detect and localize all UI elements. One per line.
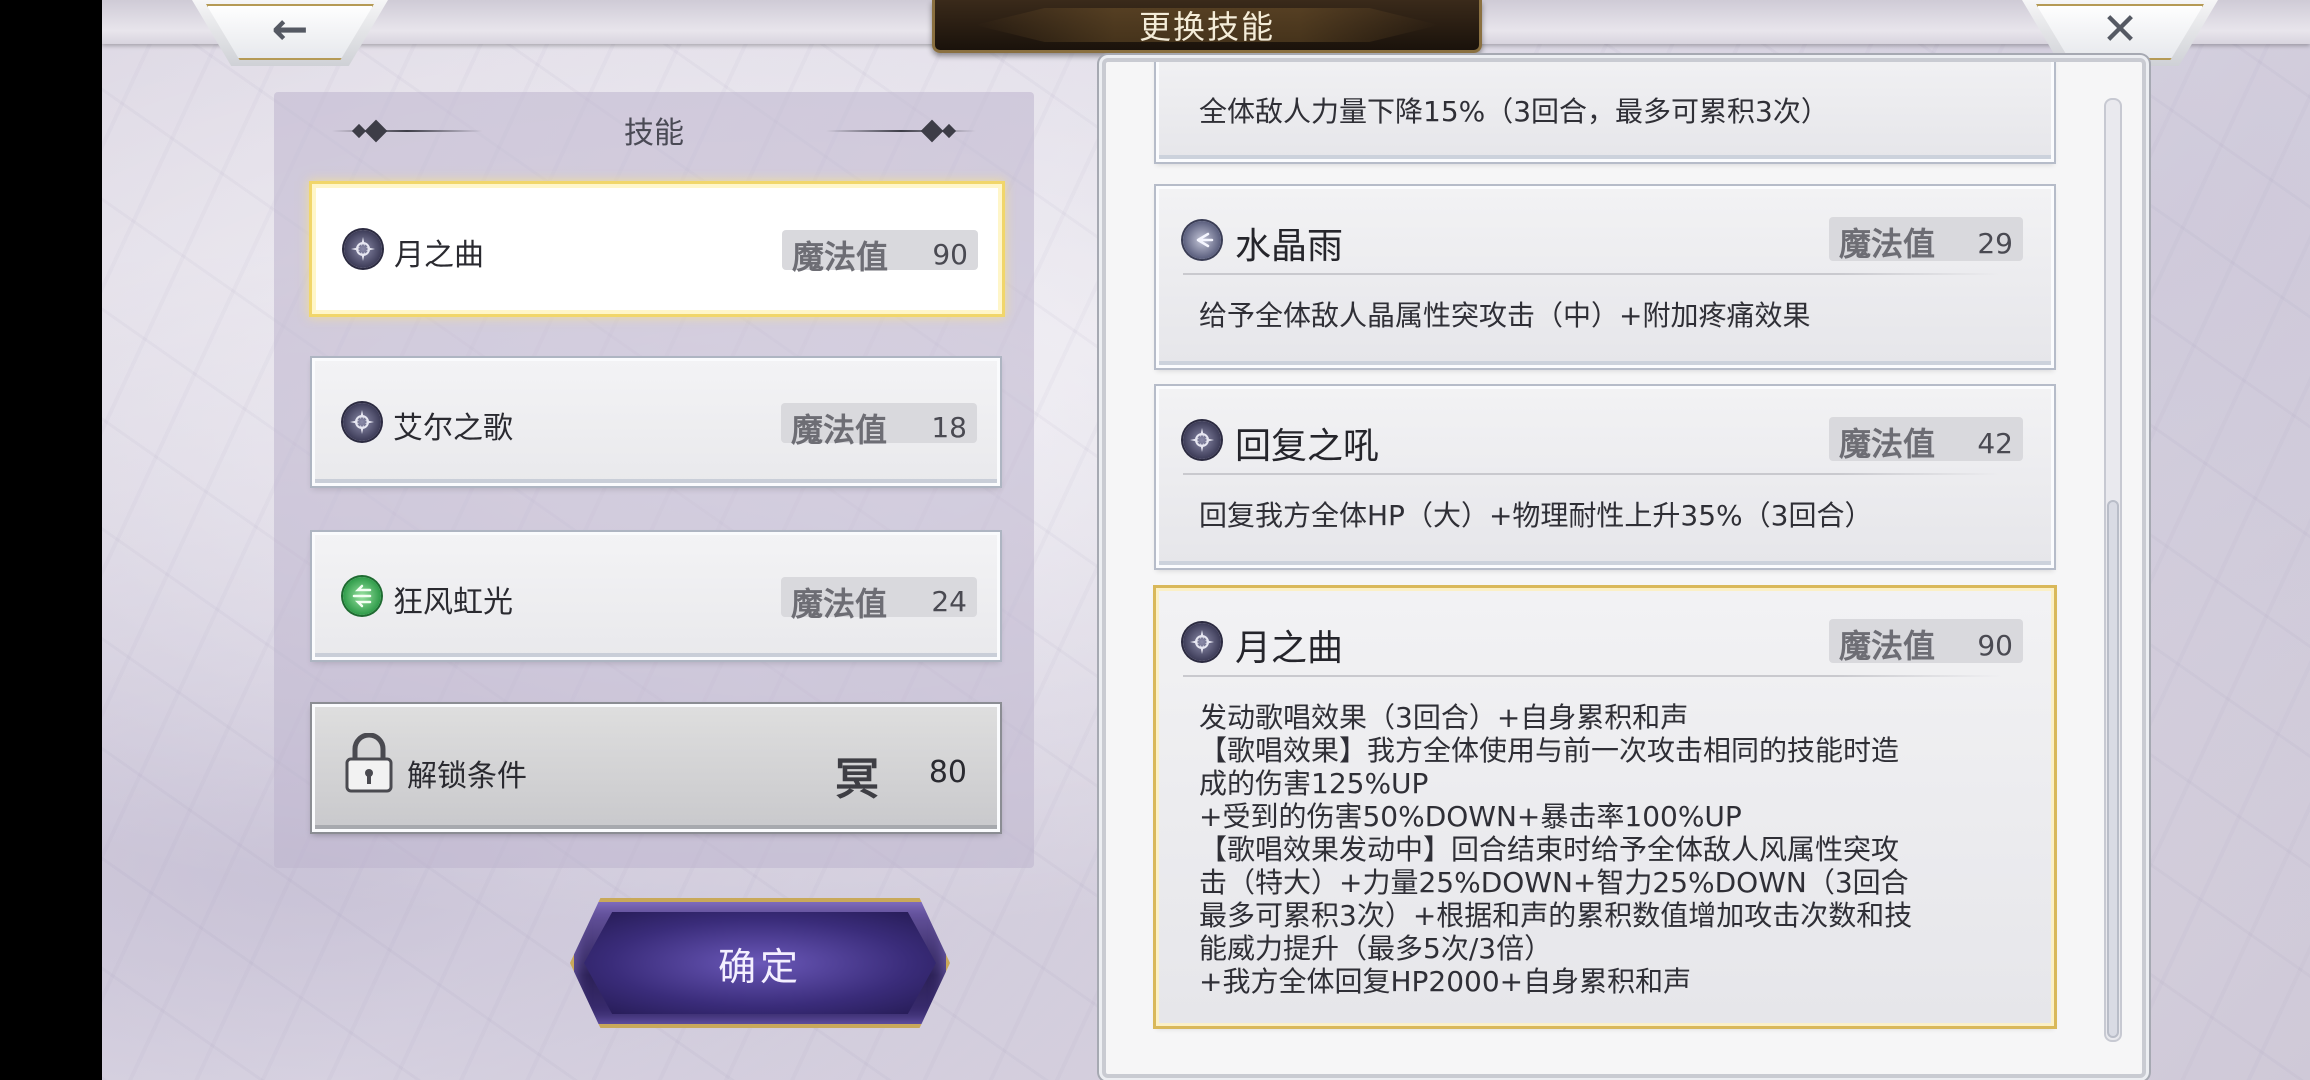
- mp-value: 90: [1977, 629, 2013, 662]
- mp-label: 魔法值: [791, 585, 888, 623]
- skill-slots-panel: 技能 月之曲 魔法值 90 艾尔之歌 魔法值 18 狂风虹光 魔法值 24 解锁…: [274, 92, 1034, 868]
- moon-skill-icon: [344, 230, 382, 268]
- moon-skill-icon: [1183, 623, 1221, 661]
- mp-label: 魔法值: [791, 411, 888, 449]
- skill-slot-2[interactable]: 艾尔之歌 魔法值 18: [312, 358, 1000, 486]
- mp-cost-badge: 魔法值 90: [1829, 619, 2023, 665]
- skill-description: 给予全体敌人晶属性突攻击（中）+附加疼痛效果: [1199, 299, 1811, 332]
- confirm-label: 确定: [717, 944, 802, 989]
- skill-detail-card[interactable]: 水晶雨 魔法值 29 给予全体敌人晶属性突攻击（中）+附加疼痛效果: [1156, 186, 2054, 368]
- divider: [1183, 273, 2001, 275]
- skill-slot-3[interactable]: 狂风虹光 魔法值 24: [312, 532, 1000, 660]
- close-button[interactable]: ✕: [2022, 0, 2218, 66]
- skill-list-panel[interactable]: 全体敌人力量下降15%（3回合，最多可累积3次） 水晶雨 魔法值 29 给予全体…: [1102, 58, 2146, 1078]
- skill-description: 回复我方全体HP（大）+物理耐性上升35%（3回合）: [1199, 499, 1873, 532]
- divider: [1183, 675, 2001, 677]
- skill-description: 发动歌唱效果（3回合）+自身累积和声 【歌唱效果】我方全体使用与前一次攻击相同的…: [1199, 701, 1913, 998]
- mp-value: 90: [932, 238, 968, 271]
- skill-name: 回复之吼: [1235, 426, 1380, 467]
- rank-emblem-icon: 冥: [835, 754, 879, 805]
- unlock-level: 80: [928, 755, 967, 790]
- skill-slot-1[interactable]: 月之曲 魔法值 90: [312, 184, 1002, 314]
- scrollbar-thumb[interactable]: [2107, 500, 2119, 1038]
- mp-value: 18: [931, 411, 967, 444]
- wind-skill-icon: [343, 577, 381, 615]
- mp-label: 魔法值: [1839, 627, 1936, 665]
- skill-detail-card-selected[interactable]: 月之曲 魔法值 90 发动歌唱效果（3回合）+自身累积和声 【歌唱效果】我方全体…: [1156, 588, 2054, 1026]
- scrollbar[interactable]: [2104, 98, 2122, 1042]
- back-button[interactable]: ←: [192, 0, 388, 66]
- mp-label: 魔法值: [792, 238, 889, 276]
- mp-value: 24: [931, 585, 967, 618]
- confirm-button[interactable]: 确定: [570, 898, 950, 1028]
- panel-title: 技能: [624, 116, 684, 151]
- skill-name: 艾尔之歌: [393, 411, 513, 446]
- mp-cost-badge: 魔法值 18: [781, 403, 977, 449]
- mp-cost-badge: 魔法值 24: [781, 577, 977, 623]
- arrow-left-icon: ←: [271, 3, 309, 55]
- mp-value: 42: [1977, 427, 2013, 460]
- skill-name: 月之曲: [394, 238, 484, 273]
- skill-description: 全体敌人力量下降15%（3回合，最多可累积3次）: [1199, 95, 1829, 128]
- skill-name: 水晶雨: [1235, 226, 1344, 267]
- panel-header: 技能: [274, 110, 1034, 151]
- game-screen: ← 更换技能 ✕ 技能 月之曲 魔法值 90 艾尔之歌 魔法值 18 狂风虹光 …: [102, 0, 2310, 1080]
- skill-detail-card-partial[interactable]: 全体敌人力量下降15%（3回合，最多可累积3次）: [1156, 62, 2054, 162]
- mp-cost-badge: 魔法值 42: [1829, 417, 2023, 463]
- mp-value: 29: [1977, 227, 2013, 260]
- title-banner: 更换技能: [932, 0, 1482, 53]
- mp-cost-badge: 魔法值 29: [1829, 217, 2023, 263]
- skill-name: 月之曲: [1235, 628, 1344, 669]
- moon-skill-icon: [343, 403, 381, 441]
- locked-skill-slot[interactable]: 解锁条件 冥 80: [312, 704, 1000, 832]
- moon-skill-icon: [1183, 421, 1221, 459]
- divider: [1183, 473, 2001, 475]
- unlock-condition-label: 解锁条件: [407, 759, 527, 794]
- skill-detail-card[interactable]: 回复之吼 魔法值 42 回复我方全体HP（大）+物理耐性上升35%（3回合）: [1156, 386, 2054, 568]
- mp-label: 魔法值: [1839, 225, 1936, 263]
- mp-cost-badge: 魔法值 90: [782, 230, 978, 276]
- arrow-skill-icon: [1183, 221, 1221, 259]
- mp-label: 魔法值: [1839, 425, 1936, 463]
- close-icon: ✕: [2101, 3, 2139, 55]
- lock-icon: [345, 733, 393, 793]
- page-title: 更换技能: [1138, 8, 1275, 46]
- skill-name: 狂风虹光: [393, 585, 513, 620]
